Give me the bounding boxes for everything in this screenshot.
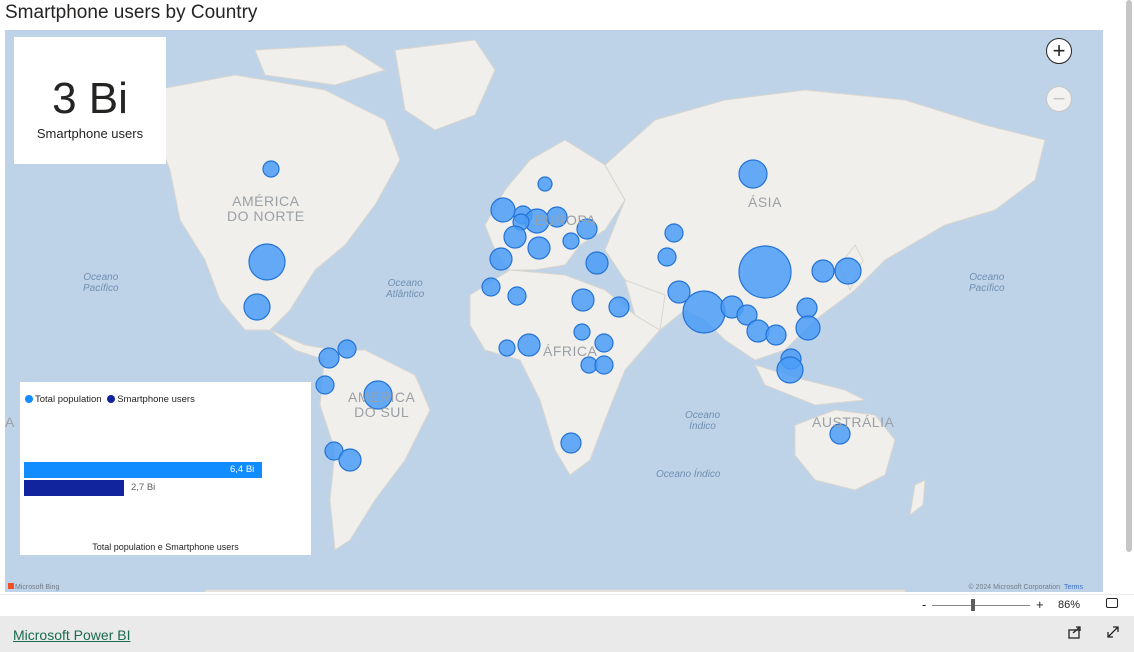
country-bubble[interactable] [738,245,792,299]
country-bubble[interactable] [795,315,821,341]
country-bubble[interactable] [585,251,609,275]
kpi-value: 3 Bi [52,74,128,123]
country-bubble[interactable] [489,247,513,271]
legend-total: Total population [35,394,102,405]
country-bubble[interactable] [527,236,551,260]
power-bi-link[interactable]: Microsoft Power BI [13,627,130,643]
label-ocean-pacific-east: Oceano Pacífico [969,272,1005,294]
bar-total-population[interactable] [24,462,262,478]
label-europe: EUROPA [535,212,597,228]
share-icon[interactable] [1066,625,1084,643]
map-visual[interactable]: AMÉRICA DO NORTE EUROPA ÁSIA ÁFRICA AMÉRI… [5,30,1103,592]
zoom-slider-thumb[interactable] [971,599,975,611]
label-africa: ÁFRICA [543,343,598,359]
country-bubble[interactable] [560,432,582,454]
label-australia: AUSTRÁLIA [812,414,895,430]
country-bubble[interactable] [682,290,726,334]
bar-chart-card[interactable]: Total population Smartphone users 6,4 Bi… [20,382,311,555]
label-ocean-atlantic: Oceano Atlântico [386,278,425,300]
legend-dot-smartphone [107,395,116,403]
country-bubble[interactable] [490,197,516,223]
country-bubble[interactable] [796,297,818,319]
zoom-in-button[interactable]: + [1046,38,1072,64]
country-bubble[interactable] [262,160,280,178]
country-bubble[interactable] [765,324,787,346]
country-bubble[interactable] [315,375,335,395]
country-bubble[interactable] [834,257,862,285]
label-edge-a: A [5,414,15,430]
page-title: Smartphone users by Country [5,2,258,23]
bar-label-total-population: 6,4 Bi [230,464,255,475]
label-ocean-indian: Oceano Índico [685,410,721,432]
zoom-slider-track[interactable] [932,605,1030,606]
country-bubble[interactable] [338,448,362,472]
bar-smartphone-users[interactable] [24,480,124,496]
country-bubble[interactable] [664,223,684,243]
country-bubble[interactable] [608,296,630,318]
legend-dot-total [25,395,33,403]
zoom-out-button[interactable]: − [1046,86,1072,112]
country-bubble[interactable] [337,339,357,359]
expand-icon[interactable] [1104,625,1122,643]
country-bubble[interactable] [594,333,614,353]
minus-icon: − [1052,86,1066,111]
legend-smartphone: Smartphone users [117,394,195,405]
country-bubble[interactable] [811,259,835,283]
country-bubble[interactable] [481,277,501,297]
bar-label-smartphone-users: 2,7 Bi [131,482,156,493]
country-bubble[interactable] [738,159,768,189]
country-bubble[interactable] [243,293,271,321]
footer-bar: Microsoft Power BI [0,616,1134,652]
label-ocean-indian-2: Oceano Índico [656,469,721,480]
country-bubble[interactable] [562,232,580,250]
country-bubble[interactable] [746,319,770,343]
label-asia: ÁSIA [748,194,782,210]
zoom-level: 86% [1058,599,1081,611]
country-bubble[interactable] [776,356,804,384]
country-bubble[interactable] [318,347,340,369]
country-bubble[interactable] [537,176,553,192]
label-south-america: AMÉRICA DO SUL [348,389,416,420]
label-ocean-pacific-west: Oceano Pacífico [83,272,119,294]
zoom-bar: - + 86% [0,594,1134,617]
bing-logo-icon [8,583,14,589]
map-copyright: © 2024 Microsoft Corporation Terms [968,584,1084,591]
terms-link[interactable]: Terms [1064,584,1083,591]
country-bubble[interactable] [571,288,595,312]
label-north-america: AMÉRICA DO NORTE [227,193,305,224]
country-bubble[interactable] [498,339,516,357]
plus-icon: + [1052,38,1066,63]
chart-axis-title: Total population e Smartphone users [92,542,239,552]
zoom-plus-button[interactable]: + [1036,597,1044,612]
country-bubble[interactable] [594,355,614,375]
country-bubble[interactable] [507,286,527,306]
chart-legend: Total population Smartphone users [25,394,195,405]
country-bubble[interactable] [503,225,527,249]
bing-attribution: Microsoft Bing [8,583,59,591]
kpi-card: 3 Bi Smartphone users [14,37,166,164]
country-bubble[interactable] [657,247,677,267]
vertical-scrollbar[interactable] [1126,0,1132,552]
fit-to-page-icon[interactable] [1106,598,1118,608]
country-bubble[interactable] [248,243,286,281]
zoom-minus-button[interactable]: - [922,597,926,612]
kpi-label: Smartphone users [36,126,144,141]
country-bubble[interactable] [573,323,591,341]
country-bubble[interactable] [517,333,541,357]
